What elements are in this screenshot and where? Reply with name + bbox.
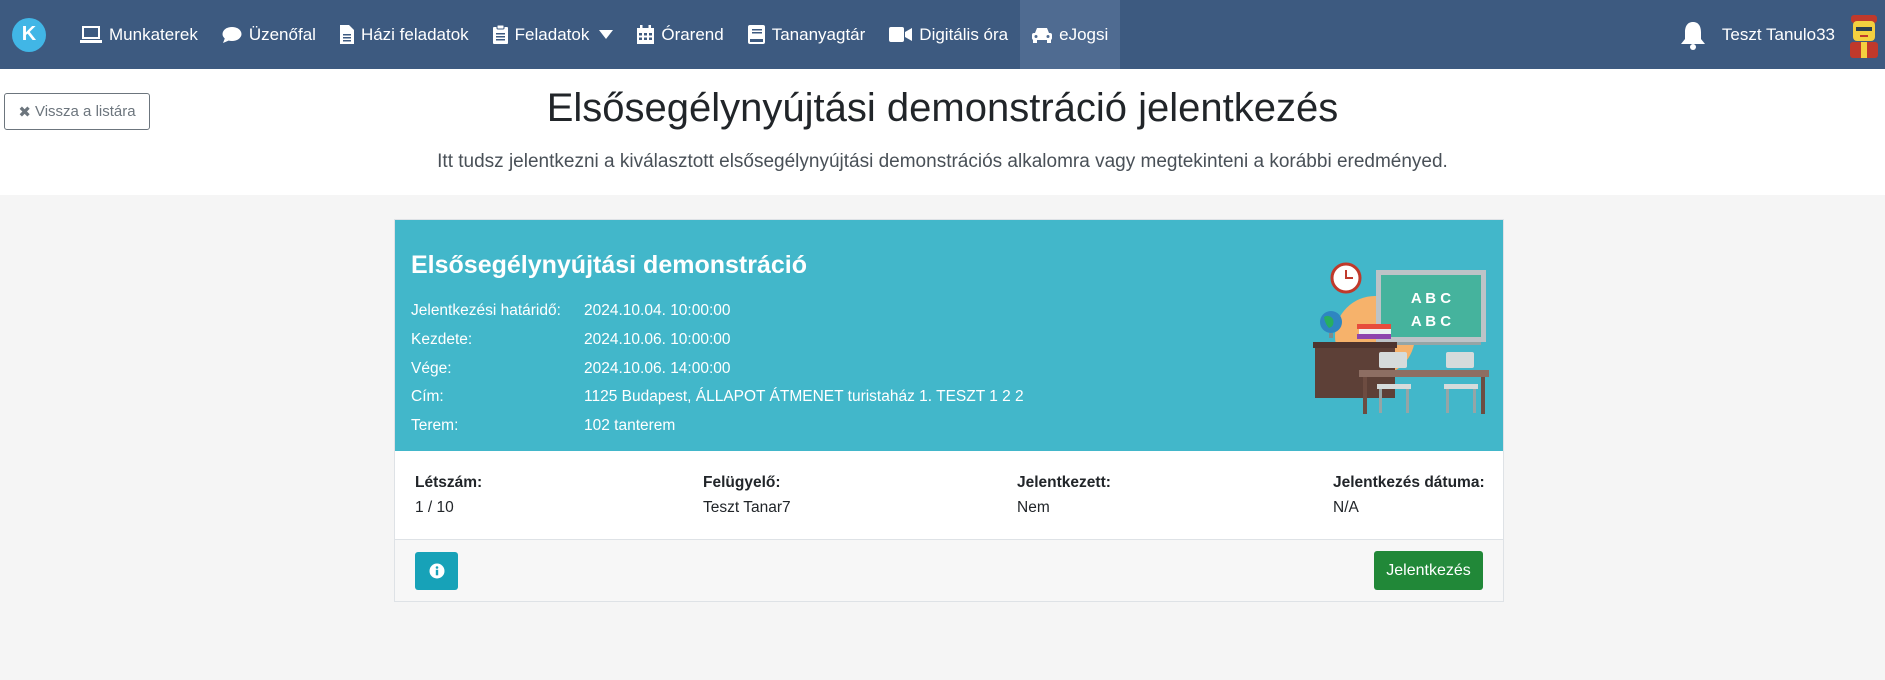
comment-icon xyxy=(222,26,242,43)
info-row-room: Terem: 102 tanterem xyxy=(411,417,675,435)
laptop-icon xyxy=(80,25,102,43)
info-value: 2024.10.06. 14:00:00 xyxy=(584,360,731,377)
info-icon xyxy=(429,563,444,579)
file-icon xyxy=(339,25,354,44)
classroom-illustration: A B C A B C xyxy=(1313,262,1489,414)
stat-felugyelo: Felügyelő: Teszt Tanar7 xyxy=(703,474,791,517)
calendar-icon xyxy=(637,25,655,44)
avatar[interactable] xyxy=(1845,12,1883,58)
stat-letszam: Létszám: 1 / 10 xyxy=(415,474,482,517)
page-subtitle: Itt tudsz jelentkezni a kiválasztott els… xyxy=(437,151,1448,172)
page-title: Elsősegélynyújtási demonstráció jelentke… xyxy=(546,86,1339,130)
info-label: Kezdete: xyxy=(411,331,473,348)
bell-icon[interactable] xyxy=(1680,20,1706,50)
card-title: Elsősegélynyújtási demonstráció xyxy=(411,251,807,279)
nav-item-label: Tananyagtár xyxy=(771,24,866,44)
caret-down-icon xyxy=(599,30,614,39)
info-row-address: Cím: 1125 Budapest, ÁLLAPOT ÁTMENET turi… xyxy=(411,388,1024,406)
nav-item-label: Házi feladatok xyxy=(360,24,469,44)
info-label: Cím: xyxy=(411,388,444,405)
stat-value: N/A xyxy=(1333,499,1359,516)
nav-item-feladatok[interactable]: Feladatok xyxy=(481,0,626,69)
info-label: Vége: xyxy=(411,360,452,377)
nav-item-munkaterek[interactable]: Munkaterek xyxy=(68,0,210,69)
info-value: 102 tanterem xyxy=(584,417,676,434)
nav-item-hazi-feladatok[interactable]: Házi feladatok xyxy=(328,0,481,69)
page-header: ✖ Vissza a listára Elsősegélynyújtási de… xyxy=(0,69,1885,195)
car-icon xyxy=(1032,27,1053,43)
stat-value: 1 / 10 xyxy=(415,499,454,516)
info-row-end: Vége: 2024.10.06. 14:00:00 xyxy=(411,360,731,378)
stat-jelentkezes-datuma: Jelentkezés dátuma: N/A xyxy=(1333,474,1485,517)
info-value: 2024.10.04. 10:00:00 xyxy=(584,302,731,319)
stat-value: Nem xyxy=(1017,499,1050,516)
board-text-line-1: A B C xyxy=(1411,290,1451,307)
video-icon xyxy=(889,27,913,42)
stat-label: Jelentkezés dátuma: xyxy=(1333,474,1485,491)
info-row-start: Kezdete: 2024.10.06. 10:00:00 xyxy=(411,331,731,349)
info-row-deadline: Jelentkezési határidő: 2024.10.04. 10:00… xyxy=(411,302,731,320)
info-button[interactable] xyxy=(415,552,458,590)
nav-item-orarend[interactable]: Órarend xyxy=(625,0,735,69)
logo-icon[interactable]: K xyxy=(12,17,46,52)
nav-item-label: Feladatok xyxy=(514,24,590,44)
username[interactable]: Teszt Tanulo33 xyxy=(1722,25,1835,45)
top-navbar: K Munkaterek Üzenőfal Házi feladatok Fel… xyxy=(0,0,1885,69)
stat-jelentkezett: Jelentkezett: Nem xyxy=(1017,474,1111,517)
user-area: Teszt Tanulo33 xyxy=(1680,0,1885,69)
demonstration-card: Elsősegélynyújtási demonstráció Jelentke… xyxy=(394,219,1504,602)
stat-label: Felügyelő: xyxy=(703,474,781,491)
nav-item-ejogsi[interactable]: eJogsi xyxy=(1020,0,1121,69)
apply-button[interactable]: Jelentkezés xyxy=(1374,551,1483,590)
stat-value: Teszt Tanar7 xyxy=(703,499,791,516)
stat-label: Jelentkezett: xyxy=(1017,474,1111,491)
nav-item-digitalis-ora[interactable]: Digitális óra xyxy=(877,0,1020,69)
info-value: 1125 Budapest, ÁLLAPOT ÁTMENET turistahá… xyxy=(584,388,1024,405)
nav-item-uzenofal[interactable]: Üzenőfal xyxy=(210,0,328,69)
info-value: 2024.10.06. 10:00:00 xyxy=(584,331,731,348)
book-icon xyxy=(747,25,765,44)
card-header: Elsősegélynyújtási demonstráció Jelentke… xyxy=(395,220,1503,451)
nav-item-label: Üzenőfal xyxy=(248,24,316,44)
nav-item-label: Munkaterek xyxy=(109,24,198,44)
card-stats: Létszám: 1 / 10 Felügyelő: Teszt Tanar7 … xyxy=(395,451,1503,540)
nav-item-label: Digitális óra xyxy=(919,24,1009,44)
info-label: Jelentkezési határidő: xyxy=(411,302,561,319)
nav-item-tananyagtar[interactable]: Tananyagtár xyxy=(736,0,878,69)
stat-label: Létszám: xyxy=(415,474,483,491)
clipboard-icon xyxy=(492,25,508,44)
info-label: Terem: xyxy=(411,417,459,434)
nav-item-label: Órarend xyxy=(661,24,724,44)
card-footer: Jelentkezés xyxy=(395,540,1503,601)
nav-item-label: eJogsi xyxy=(1059,24,1109,44)
logo-letter: K xyxy=(21,23,37,45)
board-text-line-2: A B C xyxy=(1411,313,1451,330)
